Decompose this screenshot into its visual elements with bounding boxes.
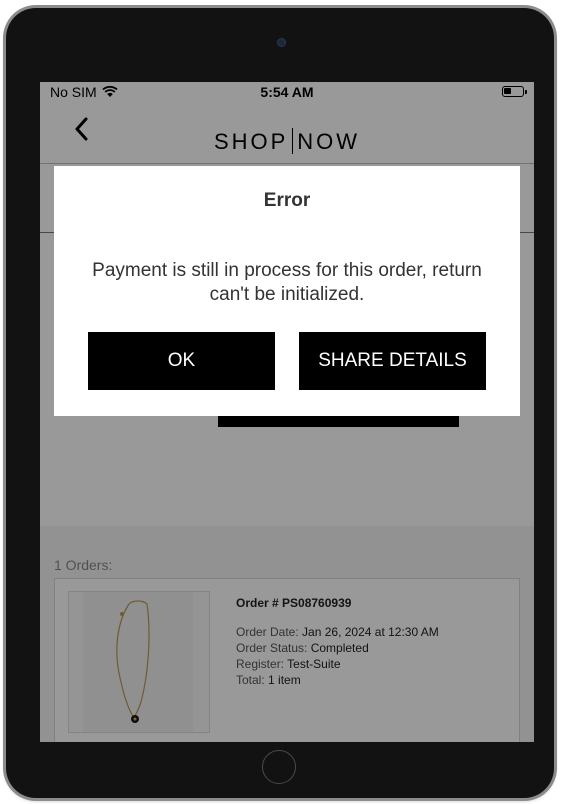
ok-button[interactable]: OK [88, 332, 275, 390]
screen: No SIM 5:54 AM SHOP NOW 1 Orders: Order … [40, 82, 534, 742]
dialog-title: Error [263, 190, 311, 211]
tablet-frame: No SIM 5:54 AM SHOP NOW 1 Orders: Order … [6, 8, 554, 798]
error-dialog: Error Payment is still in process for th… [54, 166, 520, 416]
dialog-message: Payment is still in process for this ord… [92, 260, 482, 305]
camera-icon [277, 38, 286, 47]
home-button[interactable] [262, 750, 296, 784]
share-details-button[interactable]: SHARE DETAILS [299, 332, 486, 390]
